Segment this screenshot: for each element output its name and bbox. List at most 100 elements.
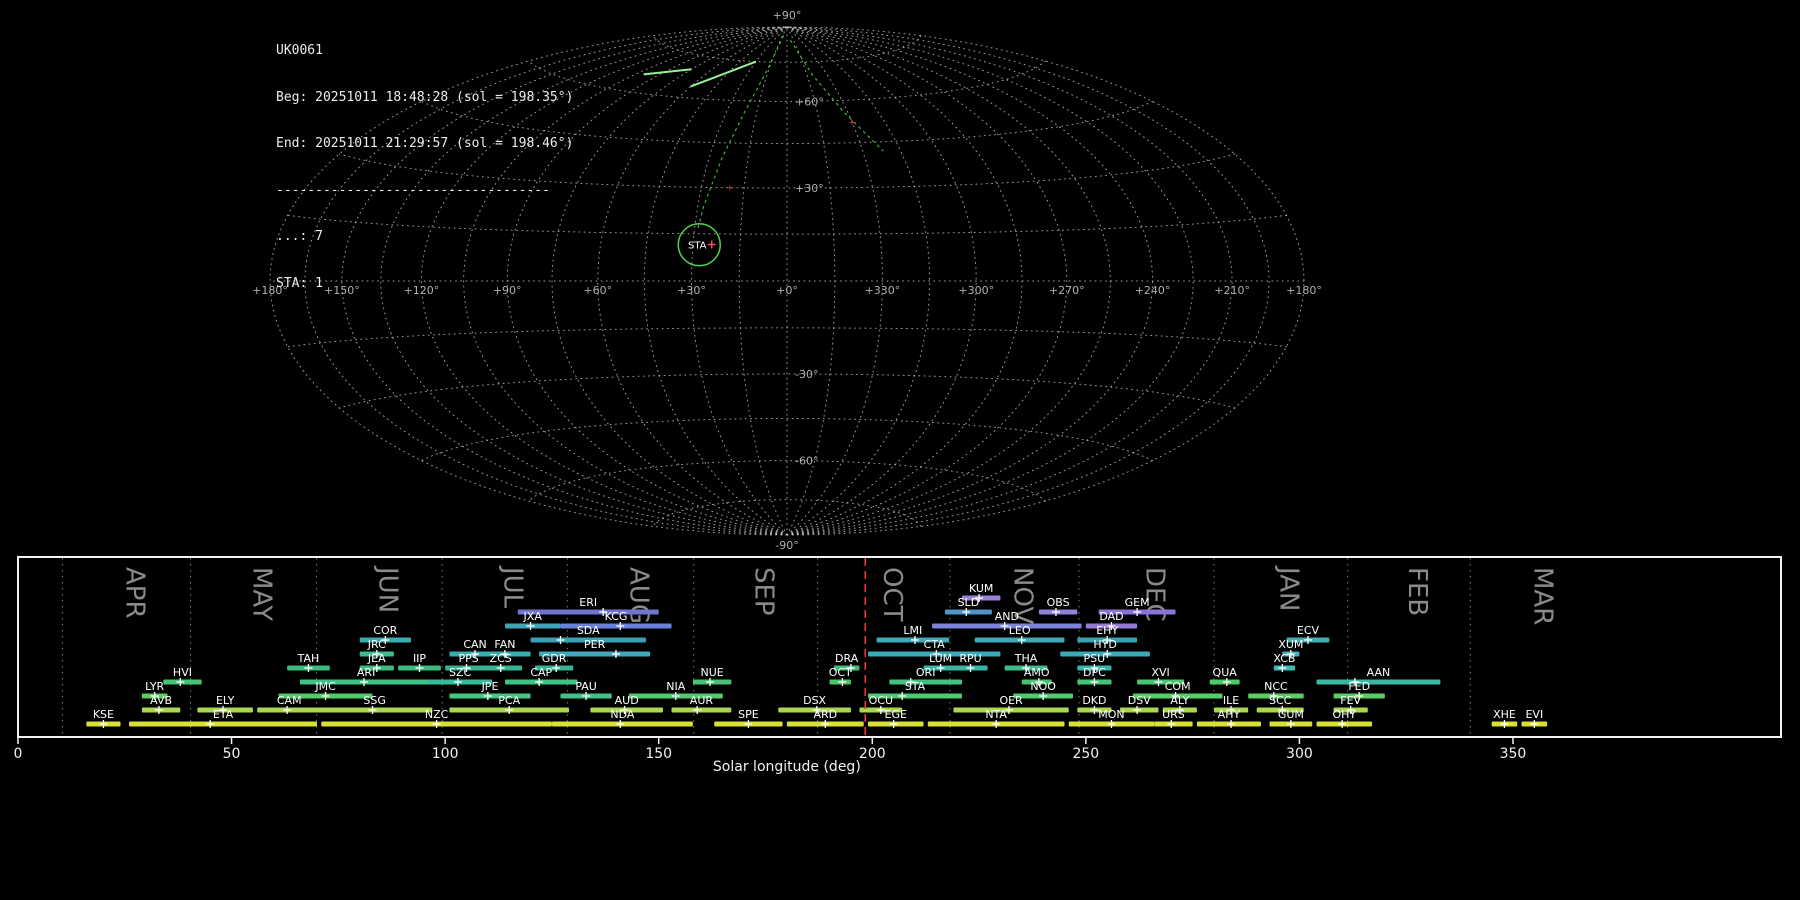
- meteor-observation-screen: UK0061 Beg: 20251011 18:48:28 (sol = 198…: [0, 0, 1800, 900]
- shower-label-COR: COR: [373, 624, 397, 637]
- shower-label-CAN: CAN: [463, 638, 486, 651]
- month-label-JAN: JAN: [1274, 565, 1304, 611]
- shower-label-ECV: ECV: [1297, 624, 1320, 637]
- shower-label-ILE: ILE: [1223, 694, 1239, 707]
- shower-label-MON: MON: [1098, 708, 1124, 721]
- shower-label-NTA: NTA: [985, 708, 1007, 721]
- shower-label-XVI: XVI: [1151, 666, 1169, 679]
- shower-label-SCC: SCC: [1269, 694, 1292, 707]
- shower-peak-NIA: [672, 692, 680, 700]
- shower-label-TAH: TAH: [297, 652, 320, 665]
- shower-peak-ZCS: [497, 664, 505, 672]
- shower-label-LMI: LMI: [903, 624, 922, 637]
- shower-label-ALY: ALY: [1170, 694, 1189, 707]
- shower-peak-NZC: [433, 720, 441, 728]
- shower-label-AVB: AVB: [150, 694, 172, 707]
- shower-peak-AHY: [1227, 720, 1235, 728]
- shower-bar-AUR: [672, 708, 732, 713]
- meteor-trail: [691, 62, 757, 87]
- shower-peak-JMC: [322, 692, 330, 700]
- shower-label-NOO: NOO: [1030, 680, 1056, 693]
- observation-info-panel: UK0061 Beg: 20251011 18:48:28 (sol = 198…: [276, 12, 573, 322]
- shower-peak-PAU: [582, 692, 590, 700]
- shower-label-ERI: ERI: [579, 596, 597, 609]
- shower-peak-TAH: [304, 664, 312, 672]
- shower-label-ETA: ETA: [213, 708, 234, 721]
- shower-peak-ETA: [206, 720, 214, 728]
- x-axis-title: Solar longitude (deg): [713, 759, 861, 775]
- shower-peak-PCA: [505, 706, 513, 714]
- lat-label: -30°: [795, 368, 818, 381]
- shower-peak-SDA: [556, 636, 564, 644]
- shower-peak-STA: [898, 692, 906, 700]
- month-label-OCT: OCT: [877, 567, 907, 622]
- shower-label-CAP: CAP: [530, 666, 552, 679]
- lon-label: +210°: [1214, 284, 1250, 297]
- meteor-marker: [850, 120, 855, 125]
- shower-peak-DPC: [1090, 678, 1098, 686]
- shower-label-PAU: PAU: [575, 680, 597, 693]
- shower-peak-PER: [612, 650, 620, 658]
- shower-label-PCA: PCA: [498, 694, 520, 707]
- shower-bar-ORI: [889, 680, 962, 685]
- shower-peak-DKD: [1090, 706, 1098, 714]
- shower-peak-KSE: [99, 720, 107, 728]
- shower-peak-ARD: [821, 720, 829, 728]
- shower-label-SLD: SLD: [958, 596, 980, 609]
- shower-label-DSV: DSV: [1128, 694, 1151, 707]
- shower-label-AHY: AHY: [1218, 708, 1241, 721]
- month-label-APR: APR: [119, 567, 149, 619]
- shower-label-AND: AND: [995, 610, 1019, 623]
- lon-label: +270°: [1049, 284, 1085, 297]
- shower-peak-DSV: [1133, 706, 1141, 714]
- lat-label: +90°: [773, 9, 802, 22]
- shower-label-THA: THA: [1014, 652, 1038, 665]
- shower-peak-LUM: [937, 664, 945, 672]
- shower-peak-ARI: [360, 678, 368, 686]
- activity-timeline: APRMAYJUNJULAUGSEPOCTNOVDECJANFEBMARKUME…: [14, 557, 1781, 775]
- begin-time: Beg: 20251011 18:48:28 (sol = 198.35°): [276, 90, 573, 106]
- shower-peak-SLD: [962, 608, 970, 616]
- shower-peak-NTA: [992, 720, 1000, 728]
- shower-peak-OHY: [1338, 720, 1346, 728]
- shower-peak-XCB: [1278, 664, 1286, 672]
- sporadic-count: ...: 7: [276, 229, 573, 245]
- shower-label-AAN: AAN: [1367, 666, 1391, 679]
- shower-label-ORI: ORI: [916, 666, 936, 679]
- x-tick-label: 200: [859, 746, 886, 762]
- shower-label-EVI: EVI: [1525, 708, 1543, 721]
- shower-label-SPE: SPE: [738, 708, 759, 721]
- shower-peak-AND: [1001, 622, 1009, 630]
- shower-label-HVI: HVI: [173, 666, 192, 679]
- sta-radiant-label: STA: [688, 241, 707, 252]
- graticule-meridian: [787, 27, 1067, 535]
- shower-peak-LMI: [911, 636, 919, 644]
- shower-label-AUD: AUD: [615, 694, 639, 707]
- lat-label: +60°: [795, 95, 824, 108]
- shower-peak-QUA: [1223, 678, 1231, 686]
- lon-label: +330°: [865, 284, 901, 297]
- shower-label-QUA: QUA: [1213, 666, 1238, 679]
- shower-peak-XHE: [1500, 720, 1508, 728]
- shower-peak-CAM: [283, 706, 291, 714]
- lat-label: -90°: [775, 539, 798, 552]
- x-tick-label: 300: [1286, 746, 1313, 762]
- radiant-map-and-activity-chart: +180°+150°+120°+90°+60°+30°+0°+330°+300°…: [0, 0, 1800, 900]
- lon-label: +300°: [958, 284, 994, 297]
- shower-label-SZC: SZC: [449, 666, 472, 679]
- month-label-MAR: MAR: [1527, 567, 1557, 625]
- x-tick-label: 0: [14, 746, 23, 762]
- lon-label: +240°: [1135, 284, 1171, 297]
- month-label-SEP: SEP: [749, 567, 779, 616]
- shower-peak-ECV: [1304, 636, 1312, 644]
- sta-count: STA: 1: [276, 276, 573, 292]
- shower-label-CAM: CAM: [277, 694, 302, 707]
- lat-label: -60°: [795, 455, 818, 468]
- lon-label: +30°: [677, 284, 706, 297]
- shower-peak-LEO: [1018, 636, 1026, 644]
- shower-label-LYR: LYR: [145, 680, 164, 693]
- shower-peak-OBS: [1052, 608, 1060, 616]
- graticule-meridian: [598, 27, 787, 535]
- shower-peak-SZC: [454, 678, 462, 686]
- shower-bar-ETA: [129, 722, 317, 727]
